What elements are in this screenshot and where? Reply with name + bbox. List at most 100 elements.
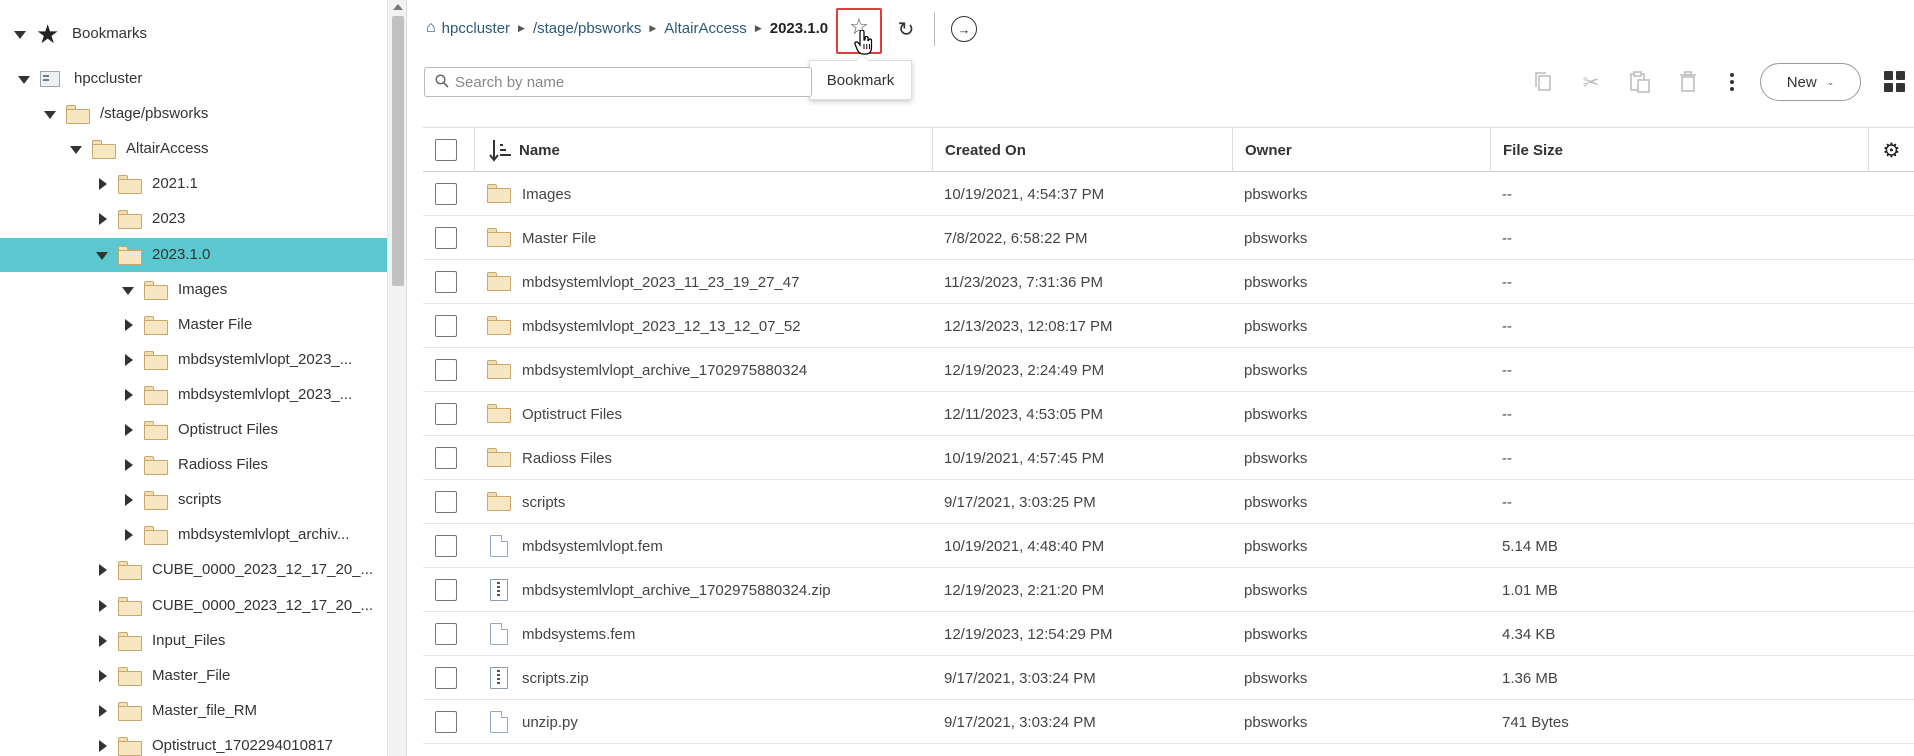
chevron-down-icon[interactable]: [96, 251, 108, 260]
cell-name[interactable]: unzip.py: [522, 700, 578, 744]
sort-descending-icon[interactable]: [489, 138, 513, 167]
grid-view-button[interactable]: [1884, 71, 1906, 93]
tree-item[interactable]: CUBE_0000_2023_12_17_20_...: [0, 553, 387, 587]
go-to-path-button[interactable]: →: [951, 16, 977, 42]
cell-name[interactable]: Optistruct Files: [522, 392, 622, 436]
column-header-name[interactable]: Name: [474, 128, 896, 172]
table-row[interactable]: mbdsystemlvlopt.fem 10/19/2021, 4:48:40 P…: [423, 524, 1914, 568]
tree-item[interactable]: Input_Files: [0, 624, 387, 658]
column-header-created[interactable]: Created On: [932, 128, 1232, 172]
paste-button[interactable]: [1626, 68, 1654, 96]
table-row[interactable]: Optistruct Files 12/11/2023, 4:53:05 PM pb…: [423, 392, 1914, 436]
refresh-button[interactable]: ↻: [893, 16, 919, 42]
search-input[interactable]: [455, 73, 795, 91]
table-row[interactable]: mbdsystemlvlopt_archive_1702975880324.zi…: [423, 568, 1914, 612]
cell-name[interactable]: mbdsystemlvlopt_2023_12_13_12_07_52: [522, 304, 801, 348]
cut-button[interactable]: ✂: [1577, 68, 1605, 96]
row-checkbox[interactable]: [435, 667, 457, 689]
cell-name[interactable]: scripts.zip: [522, 656, 589, 700]
row-checkbox[interactable]: [435, 711, 457, 733]
chevron-down-icon[interactable]: [14, 31, 26, 39]
home-icon[interactable]: ⌂: [426, 19, 436, 37]
breadcrumb-item-pbsworks[interactable]: /stage/pbsworks: [533, 20, 641, 37]
tree-item[interactable]: hpccluster: [0, 62, 387, 96]
table-row[interactable]: Radioss Files 10/19/2021, 4:57:45 PM pbswo…: [423, 436, 1914, 480]
column-header-size[interactable]: File Size: [1490, 128, 1868, 172]
cell-name[interactable]: mbdsystemlvlopt_archive_1702975880324: [522, 348, 807, 392]
tree-item[interactable]: mbdsystemlvlopt_archiv...: [0, 518, 387, 552]
cell-name[interactable]: mbdsystemlvlopt.fem: [522, 524, 663, 568]
tree-item[interactable]: Master_File: [0, 659, 387, 693]
table-row[interactable]: mbdsystemlvlopt_2023_12_13_12_07_52 12/13…: [423, 304, 1914, 348]
search-box[interactable]: [424, 67, 812, 97]
sidebar-scrollbar[interactable]: [387, 0, 406, 756]
column-settings-button[interactable]: ⚙: [1868, 128, 1914, 172]
column-header-owner[interactable]: Owner: [1232, 128, 1490, 172]
row-checkbox[interactable]: [435, 623, 457, 645]
table-row[interactable]: Images 10/19/2021, 4:54:37 PM pbsworks --: [423, 172, 1914, 216]
tree-item[interactable]: Master_file_RM: [0, 694, 387, 728]
copy-button[interactable]: [1529, 68, 1557, 96]
chevron-down-icon[interactable]: [70, 146, 82, 155]
row-checkbox[interactable]: [435, 315, 457, 337]
tree-item[interactable]: Optistruct_1702294010817: [0, 729, 387, 756]
tree-item[interactable]: /stage/pbsworks: [0, 97, 387, 131]
tree-item[interactable]: 2023.1.0: [0, 237, 387, 272]
cell-name[interactable]: mbdsystemlvlopt_archive_1702975880324.zi…: [522, 568, 831, 612]
chevron-right-icon[interactable]: [125, 424, 133, 436]
chevron-right-icon[interactable]: [99, 213, 107, 226]
tree-item[interactable]: mbdsystemlvlopt_2023_...: [0, 378, 387, 412]
row-checkbox[interactable]: [435, 271, 457, 293]
row-checkbox[interactable]: [435, 403, 457, 425]
row-checkbox[interactable]: [435, 183, 457, 205]
chevron-right-icon[interactable]: [125, 494, 133, 507]
row-checkbox[interactable]: [435, 579, 457, 601]
cell-name[interactable]: mbdsystemlvlopt_2023_11_23_19_27_47: [522, 260, 799, 304]
chevron-right-icon[interactable]: [99, 599, 107, 612]
chevron-right-icon[interactable]: [125, 353, 133, 366]
table-row[interactable]: scripts.zip 9/17/2021, 3:03:24 PM pbsworks…: [423, 656, 1914, 700]
cell-name[interactable]: Radioss Files: [522, 436, 612, 480]
table-row[interactable]: scripts 9/17/2021, 3:03:25 PM pbsworks --: [423, 480, 1914, 524]
row-checkbox[interactable]: [435, 491, 457, 513]
chevron-right-icon[interactable]: [125, 529, 133, 542]
cell-name[interactable]: Master File: [522, 216, 596, 260]
row-checkbox[interactable]: [435, 535, 457, 557]
tree-item[interactable]: Master File: [0, 308, 387, 342]
scroll-up-arrow-icon[interactable]: [393, 4, 403, 10]
tree-item[interactable]: Optistruct Files: [0, 413, 387, 447]
tree-item[interactable]: scripts: [0, 483, 387, 517]
breadcrumb-item-altairaccess[interactable]: AltairAccess: [664, 20, 747, 37]
tree-item[interactable]: CUBE_0000_2023_12_17_20_...: [0, 589, 387, 623]
chevron-right-icon[interactable]: [125, 459, 133, 472]
more-options-button[interactable]: [1720, 68, 1744, 96]
chevron-down-icon[interactable]: [44, 111, 56, 120]
cell-name[interactable]: scripts: [522, 480, 565, 524]
tree-item[interactable]: Radioss Files: [0, 448, 387, 482]
table-row[interactable]: unzip.py 9/17/2021, 3:03:24 PM pbsworks 741…: [423, 700, 1914, 744]
breadcrumb-item-hpccluster[interactable]: hpccluster: [442, 20, 510, 37]
chevron-right-icon[interactable]: [99, 634, 107, 647]
row-checkbox[interactable]: [435, 359, 457, 381]
table-row[interactable]: Master File 7/8/2022, 6:58:22 PM pbsworks -…: [423, 216, 1914, 260]
new-button[interactable]: New ⌄: [1760, 63, 1861, 101]
delete-button[interactable]: [1674, 68, 1702, 96]
chevron-down-icon[interactable]: [122, 286, 134, 295]
tree-item[interactable]: Images: [0, 273, 387, 307]
tree-item[interactable]: 2021.1: [0, 167, 387, 201]
tree-item[interactable]: 2023: [0, 202, 387, 236]
table-row[interactable]: mbdsystemlvlopt_2023_11_23_19_27_47 11/23…: [423, 260, 1914, 304]
chevron-right-icon[interactable]: [125, 388, 133, 401]
tree-item[interactable]: mbdsystemlvlopt_2023_...: [0, 343, 387, 377]
chevron-right-icon[interactable]: [99, 564, 107, 577]
row-checkbox[interactable]: [435, 447, 457, 469]
table-row[interactable]: mbdsystemlvlopt_archive_1702975880324 12/…: [423, 348, 1914, 392]
chevron-right-icon[interactable]: [125, 318, 133, 331]
table-row[interactable]: mbdsystems.fem 12/19/2023, 12:54:29 PM pbs…: [423, 612, 1914, 656]
chevron-right-icon[interactable]: [99, 669, 107, 682]
bookmarks-section[interactable]: ★ Bookmarks: [0, 17, 387, 51]
select-all-checkbox[interactable]: [435, 139, 457, 161]
chevron-down-icon[interactable]: [18, 76, 30, 84]
row-checkbox[interactable]: [435, 227, 457, 249]
cell-name[interactable]: Images: [522, 172, 571, 216]
